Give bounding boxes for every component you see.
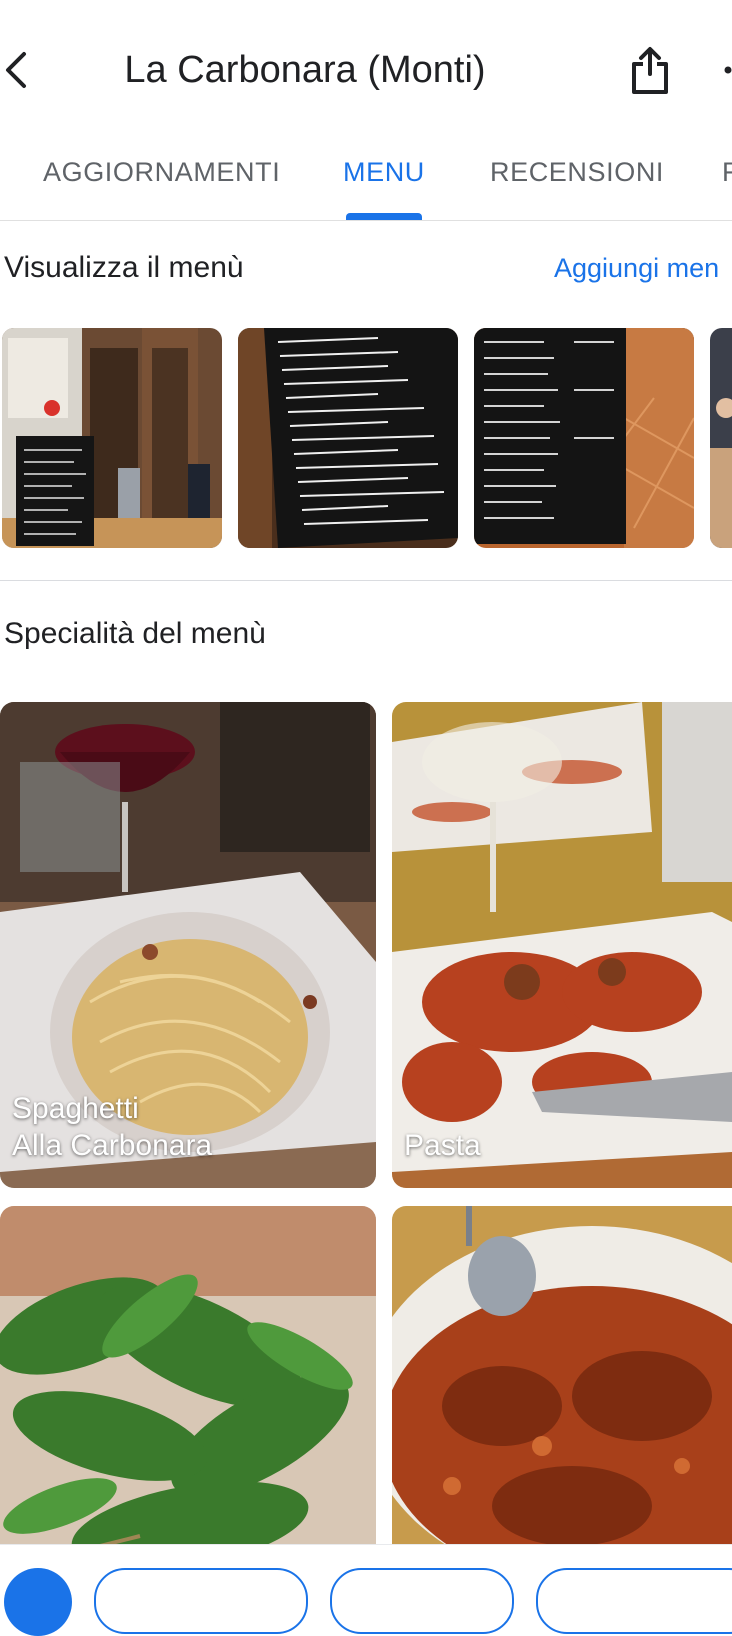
- dish-label-line2: Alla Carbonara: [12, 1129, 213, 1162]
- tab-aggiornamenti[interactable]: AGGIORNAMENTI: [43, 142, 280, 220]
- tab-menu[interactable]: MENU: [343, 142, 425, 220]
- menu-photo[interactable]: [2, 328, 222, 548]
- add-menu-link[interactable]: Aggiungi men: [554, 248, 719, 288]
- dish-photo: [0, 1206, 376, 1586]
- specialty-card[interactable]: Spaghetti Alla Carbonara: [0, 702, 376, 1188]
- action-chip[interactable]: [94, 1568, 308, 1634]
- dish-photo: [392, 702, 732, 1188]
- menu-photos-heading: Visualizza il menù: [4, 251, 244, 284]
- tab-bar: AGGIORNAMENTI MENU RECENSIONI F: [0, 142, 732, 221]
- action-chip[interactable]: [536, 1568, 732, 1634]
- directions-button[interactable]: [4, 1568, 72, 1636]
- more-vert-icon: [724, 66, 732, 74]
- specialties-heading: Specialità del menù: [4, 617, 266, 650]
- more-options-button[interactable]: [708, 44, 732, 96]
- dish-label-line2: Pasta: [404, 1129, 481, 1162]
- dish-label: Spaghetti Alla Carbonara: [12, 1090, 212, 1164]
- dish-photo: [392, 1206, 732, 1586]
- active-tab-indicator: [346, 213, 422, 220]
- menu-photo[interactable]: [474, 328, 694, 548]
- specialty-card[interactable]: [0, 1206, 376, 1586]
- menu-photo[interactable]: [238, 328, 458, 548]
- share-button[interactable]: [622, 44, 678, 96]
- action-chip[interactable]: [330, 1568, 514, 1634]
- tab-more[interactable]: F: [722, 142, 732, 220]
- page-title: La Carbonara (Monti): [124, 49, 486, 91]
- section-divider: [0, 580, 732, 581]
- specialty-card[interactable]: Pasta: [392, 702, 732, 1188]
- specialty-card[interactable]: [392, 1206, 732, 1586]
- dish-label-line1: Spaghetti: [12, 1092, 139, 1125]
- menu-photo[interactable]: [710, 328, 732, 548]
- tab-recensioni[interactable]: RECENSIONI: [490, 142, 664, 220]
- share-icon: [632, 47, 668, 94]
- dish-label: Pasta: [404, 1127, 481, 1164]
